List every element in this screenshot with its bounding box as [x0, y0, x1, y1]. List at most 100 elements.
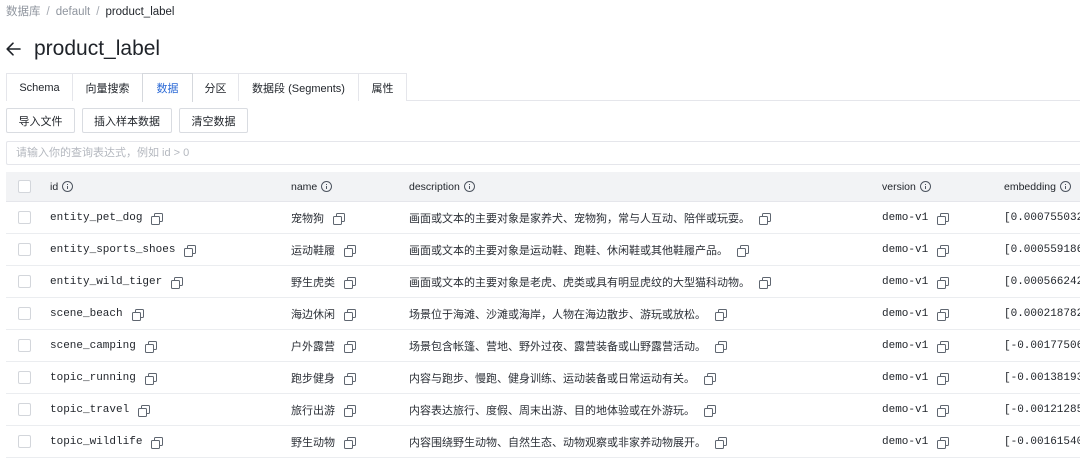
- row-checkbox[interactable]: [18, 435, 31, 448]
- info-icon[interactable]: [463, 181, 475, 192]
- copy-icon[interactable]: [715, 340, 727, 353]
- description-cell: 内容围绕野生动物、自然生态、动物观察或非家养动物展开。: [399, 426, 872, 457]
- row-checkbox-cell: [6, 202, 40, 233]
- copy-icon[interactable]: [344, 404, 356, 417]
- copy-icon[interactable]: [715, 436, 727, 449]
- id-value: topic_travel: [50, 403, 130, 416]
- id-value: scene_camping: [50, 339, 136, 352]
- breadcrumb-item-database[interactable]: 数据库: [6, 5, 41, 19]
- tab-properties[interactable]: 属性: [358, 73, 407, 101]
- copy-icon[interactable]: [344, 372, 356, 385]
- copy-icon[interactable]: [937, 436, 950, 449]
- copy-icon[interactable]: [937, 244, 950, 257]
- column-header-name: name: [281, 172, 399, 201]
- info-icon[interactable]: [1059, 181, 1071, 192]
- embedding-value: [-0.00177506: [1004, 339, 1080, 352]
- copy-icon[interactable]: [937, 276, 950, 289]
- version-value: demo-v1: [882, 243, 929, 256]
- copy-icon[interactable]: [715, 308, 727, 321]
- copy-icon[interactable]: [184, 244, 197, 257]
- column-header-embedding: embedding: [994, 172, 1080, 201]
- row-checkbox-cell: [6, 426, 40, 457]
- row-checkbox[interactable]: [18, 275, 31, 288]
- version-cell: demo-v1: [872, 330, 994, 361]
- tab-vector-search[interactable]: 向量搜索: [72, 73, 143, 101]
- embedding-value: [0.000566242: [1004, 275, 1080, 288]
- name-cell: 野生虎类: [281, 266, 399, 297]
- name-cell: 运动鞋履: [281, 234, 399, 265]
- copy-icon[interactable]: [333, 212, 345, 225]
- copy-icon[interactable]: [151, 212, 164, 225]
- copy-icon[interactable]: [937, 212, 950, 225]
- name-value: 海边休闲: [291, 308, 335, 321]
- row-checkbox[interactable]: [18, 211, 31, 224]
- id-value: entity_pet_dog: [50, 211, 143, 224]
- copy-icon[interactable]: [344, 276, 356, 289]
- clear-data-button[interactable]: 清空数据: [179, 108, 248, 133]
- arrow-left-icon[interactable]: [6, 41, 22, 57]
- select-all-checkbox[interactable]: [18, 180, 31, 193]
- table-row: topic_wildlife 野生动物 内容围绕野生动物、自然生态、动物观察或非…: [6, 426, 1080, 458]
- copy-icon[interactable]: [937, 340, 950, 353]
- import-file-button[interactable]: 导入文件: [6, 108, 75, 133]
- name-value: 宠物狗: [291, 212, 324, 225]
- version-value: demo-v1: [882, 403, 929, 416]
- id-cell: entity_sports_shoes: [40, 234, 281, 265]
- copy-icon[interactable]: [344, 308, 356, 321]
- tab-bar: Schema 向量搜索 数据 分区 数据段 (Segments) 属性: [6, 73, 1080, 102]
- copy-icon[interactable]: [144, 340, 157, 353]
- tab-data[interactable]: 数据: [142, 73, 193, 102]
- copy-icon[interactable]: [151, 436, 164, 449]
- copy-icon[interactable]: [144, 372, 157, 385]
- info-icon[interactable]: [919, 181, 931, 192]
- copy-icon[interactable]: [937, 404, 950, 417]
- copy-icon[interactable]: [138, 404, 151, 417]
- description-cell: 画面或文本的主要对象是运动鞋、跑鞋、休闲鞋或其他鞋履产品。: [399, 234, 872, 265]
- copy-icon[interactable]: [737, 244, 749, 257]
- column-label: name: [291, 180, 318, 193]
- row-checkbox[interactable]: [18, 371, 31, 384]
- copy-icon[interactable]: [937, 372, 950, 385]
- version-value: demo-v1: [882, 275, 929, 288]
- row-checkbox[interactable]: [18, 339, 31, 352]
- name-value: 跑步健身: [291, 372, 335, 385]
- row-checkbox[interactable]: [18, 403, 31, 416]
- copy-icon[interactable]: [704, 372, 716, 385]
- description-value: 内容与跑步、慢跑、健身训练、运动装备或日常运动有关。: [409, 372, 695, 385]
- info-icon[interactable]: [321, 181, 333, 192]
- column-header-version: version: [872, 172, 994, 201]
- copy-icon[interactable]: [759, 276, 771, 289]
- data-table: id name description version embedding en…: [6, 172, 1080, 458]
- embedding-value: [0.000218782: [1004, 307, 1080, 320]
- row-checkbox-cell: [6, 266, 40, 297]
- copy-icon[interactable]: [344, 340, 356, 353]
- row-checkbox[interactable]: [18, 307, 31, 320]
- copy-icon[interactable]: [344, 244, 356, 257]
- copy-icon[interactable]: [704, 404, 716, 417]
- copy-icon[interactable]: [937, 308, 950, 321]
- description-value: 场景包含帐篷、营地、野外过夜、露营装备或山野露营活动。: [409, 340, 706, 353]
- query-expression-input[interactable]: [6, 141, 1080, 165]
- info-icon[interactable]: [62, 181, 74, 192]
- version-cell: demo-v1: [872, 234, 994, 265]
- insert-sample-data-button[interactable]: 插入样本数据: [82, 108, 172, 133]
- page-title: product_label: [34, 37, 161, 60]
- row-checkbox[interactable]: [18, 243, 31, 256]
- version-value: demo-v1: [882, 435, 929, 448]
- tab-schema[interactable]: Schema: [6, 73, 73, 101]
- breadcrumb-item-current: product_label: [105, 6, 175, 18]
- tab-partitions[interactable]: 分区: [192, 73, 239, 101]
- table-row: entity_wild_tiger 野生虎类 画面或文本的主要对象是老虎、虎类或…: [6, 266, 1080, 298]
- copy-icon[interactable]: [759, 212, 771, 225]
- copy-icon[interactable]: [344, 436, 356, 449]
- embedding-value: [-0.00121285: [1004, 403, 1080, 416]
- row-checkbox-cell: [6, 330, 40, 361]
- copy-icon[interactable]: [171, 276, 184, 289]
- name-cell: 跑步健身: [281, 362, 399, 393]
- copy-icon[interactable]: [131, 308, 144, 321]
- tab-segments[interactable]: 数据段 (Segments): [238, 73, 359, 101]
- column-label: id: [50, 180, 59, 193]
- description-value: 画面或文本的主要对象是运动鞋、跑鞋、休闲鞋或其他鞋履产品。: [409, 244, 728, 257]
- breadcrumb-item-default[interactable]: default: [56, 5, 91, 19]
- description-cell: 内容表达旅行、度假、周末出游、目的地体验或在外游玩。: [399, 394, 872, 425]
